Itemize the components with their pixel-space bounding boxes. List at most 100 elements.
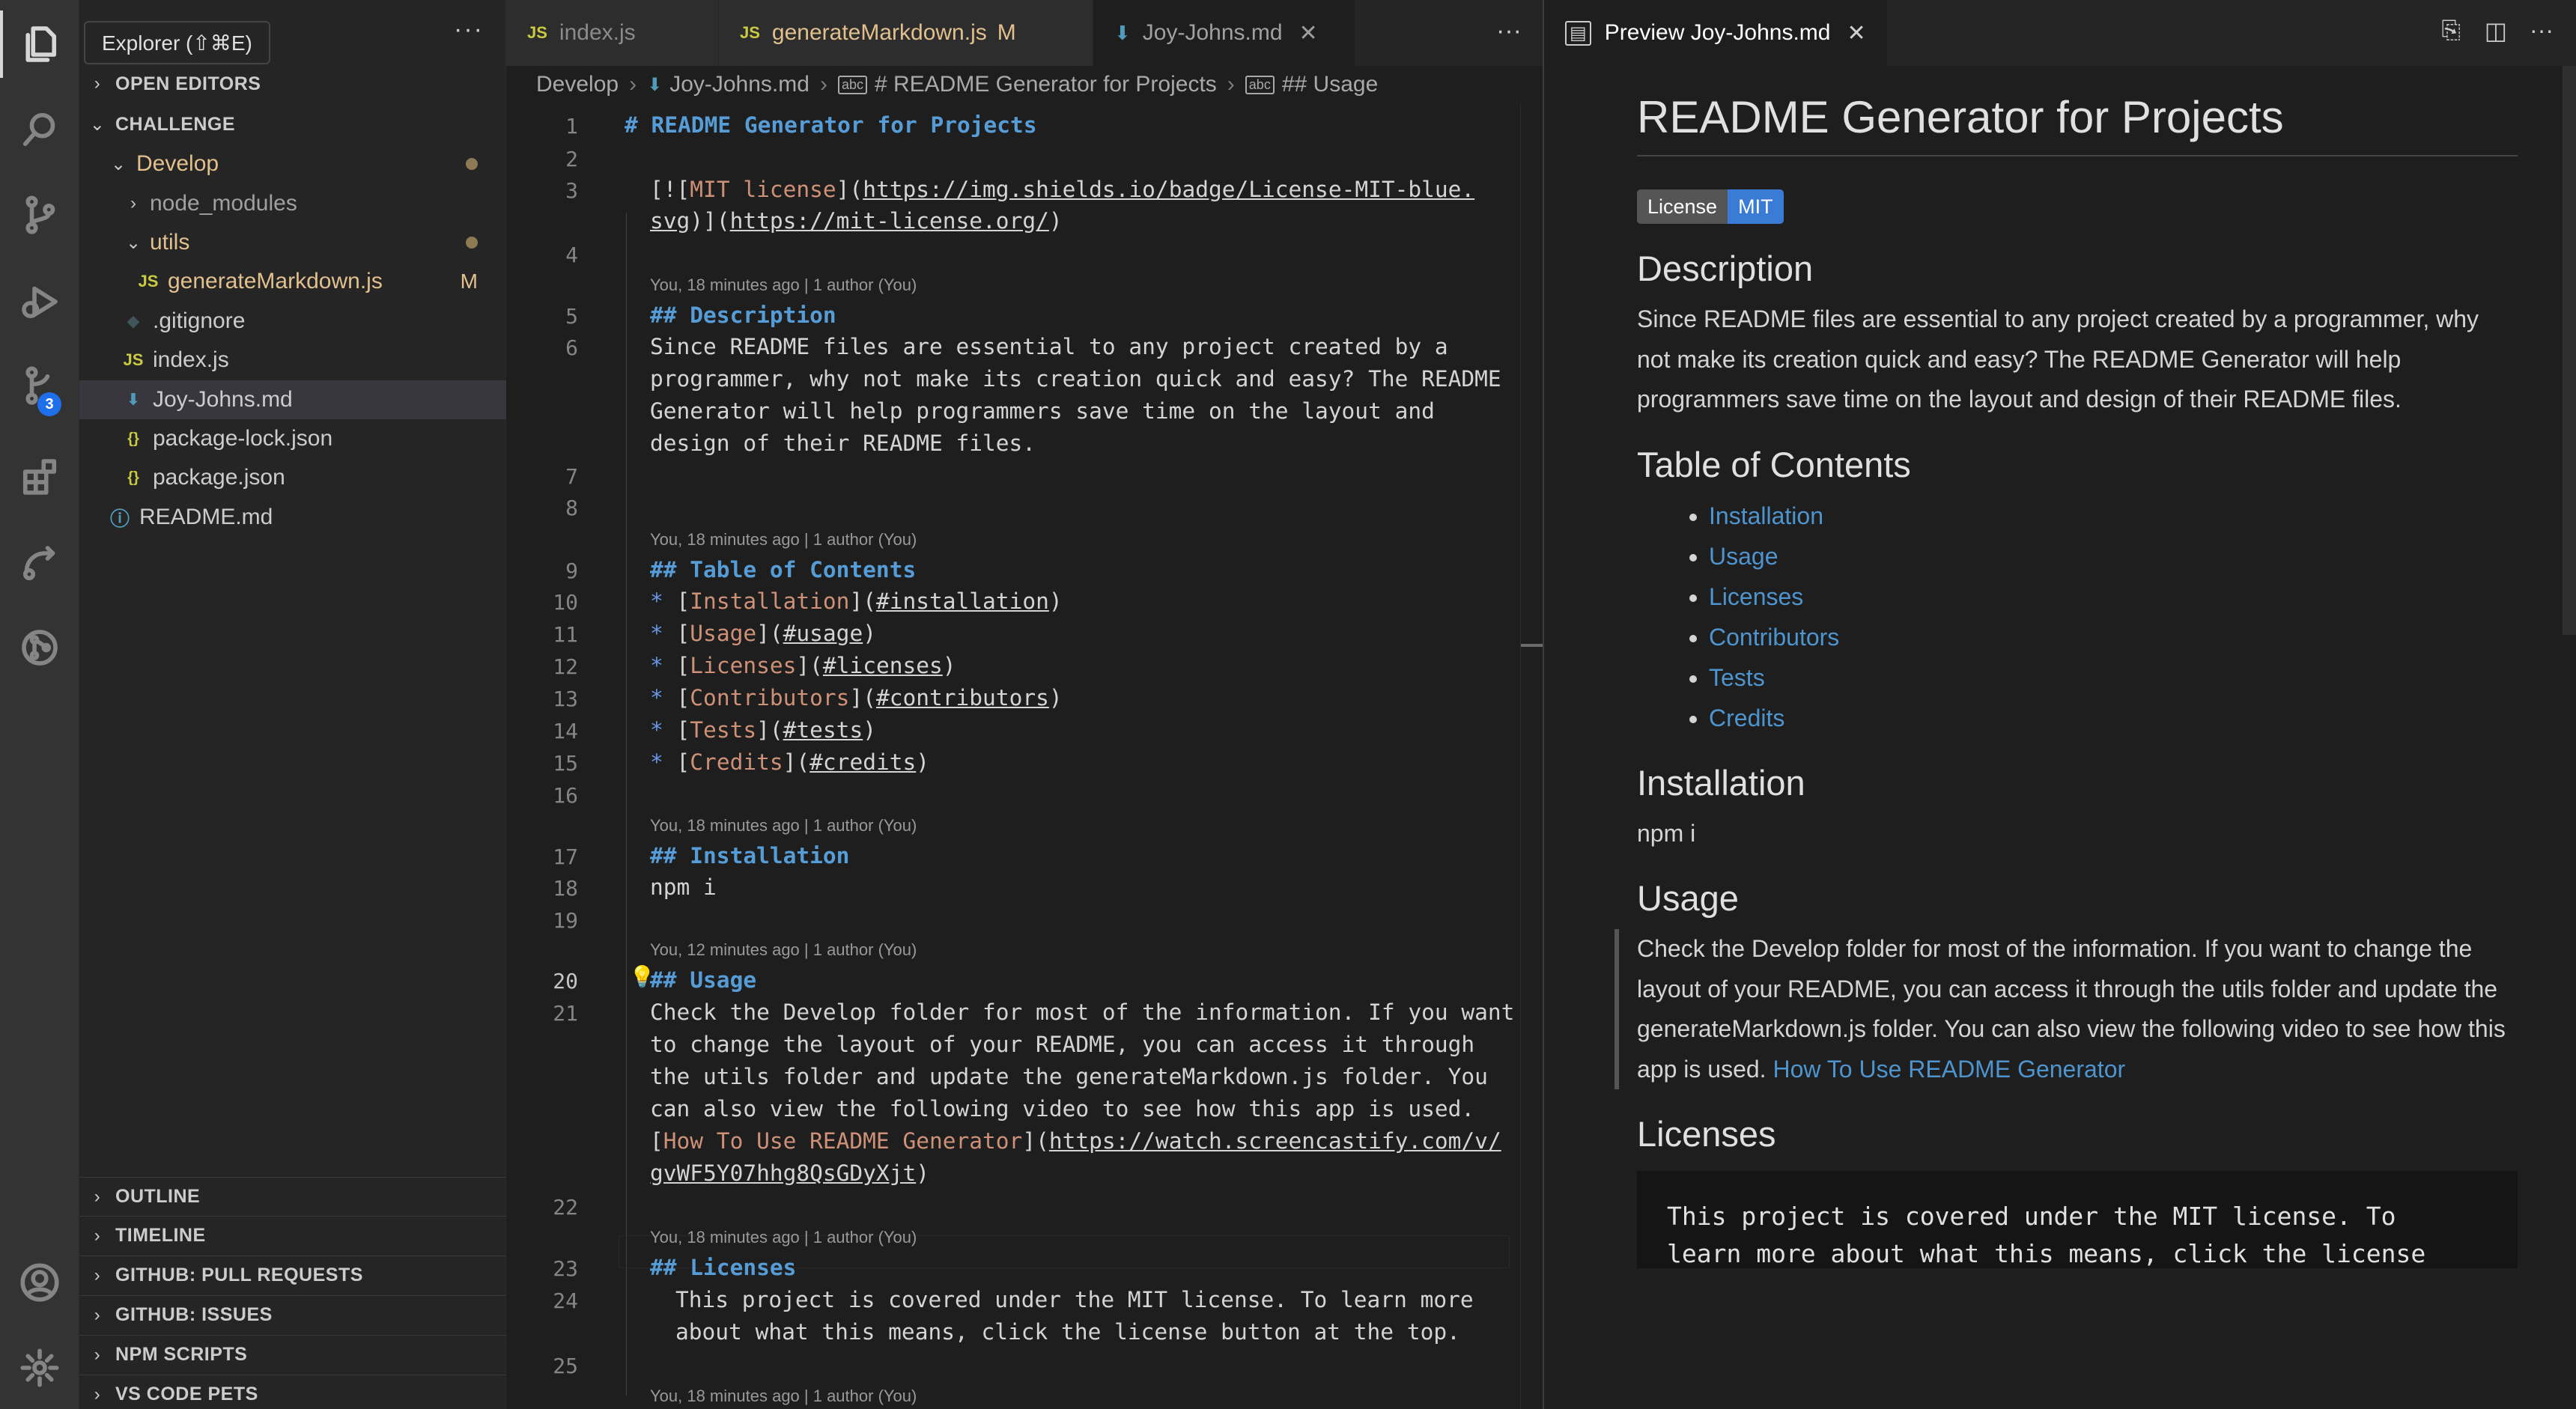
tree-file-generatemarkdown[interactable]: JS generateMarkdown.js M <box>79 262 506 301</box>
tree-file-gitignore[interactable]: ◆ .gitignore <box>79 302 506 341</box>
chevron-right-icon: › <box>94 73 101 94</box>
tab-preview-joy-johns[interactable]: ▤ Preview Joy-Johns.md ✕ <box>1544 0 1887 66</box>
license-badge[interactable]: License MIT <box>1637 189 1784 224</box>
preview-toc-list: Installation Usage Licenses Contributors… <box>1709 496 2518 738</box>
markdown-file-icon: ⬇ <box>1114 21 1131 44</box>
run-debug-icon[interactable] <box>0 262 79 341</box>
section-npm-scripts[interactable]: › NPM SCRIPTS <box>79 1335 506 1374</box>
toc-link-tests[interactable]: Tests <box>1709 657 2518 698</box>
code-line: Check the Develop folder for most of the… <box>650 999 1515 1025</box>
close-icon[interactable]: ✕ <box>1299 20 1318 46</box>
breadcrumb-file[interactable]: Joy-Johns.md <box>669 72 809 97</box>
breadcrumb-heading-1[interactable]: # README Generator for Projects <box>875 72 1217 97</box>
editor-tabs: JS index.js JS generateMarkdown.js M ⬇ J… <box>506 0 1543 66</box>
chevron-right-icon: › <box>94 1304 101 1325</box>
markdown-file-icon: ⬇ <box>126 390 141 409</box>
indent-guide <box>626 213 627 1396</box>
toc-link-usage[interactable]: Usage <box>1709 536 2518 576</box>
section-vscode-pets[interactable]: › VS CODE PETS <box>79 1375 506 1409</box>
code-line: ## Table of Contents <box>650 557 917 582</box>
explorer-sidebar: ··· › OPEN EDITORS ⌄ CHALLENGE ⌄ Develop… <box>79 0 506 1409</box>
settings-gear-icon[interactable] <box>0 1328 79 1408</box>
git-blame-annotation: You, 18 minutes ago | 1 author (You) <box>650 1387 917 1405</box>
git-blame-annotation: You, 12 minutes ago | 1 author (You) <box>650 940 917 959</box>
account-icon[interactable] <box>0 1243 79 1322</box>
github-icon[interactable] <box>0 608 79 687</box>
toc-link-installation[interactable]: Installation <box>1709 496 2518 536</box>
explorer-icon[interactable] <box>0 4 79 84</box>
section-open-editors[interactable]: › OPEN EDITORS <box>79 64 506 103</box>
preview-h2-description: Description <box>1637 249 1814 288</box>
chevron-down-icon: ⌄ <box>89 114 106 135</box>
section-github-pull-requests[interactable]: › GITHUB: PULL REQUESTS <box>79 1256 506 1294</box>
breadcrumb: Develop › ⬇ Joy-Johns.md › abc # README … <box>506 66 1543 103</box>
code-line: ## Installation <box>650 843 850 868</box>
section-challenge[interactable]: ⌄ CHALLENGE <box>79 105 506 144</box>
javascript-file-icon: JS <box>740 23 760 42</box>
section-github-issues[interactable]: › GITHUB: ISSUES <box>79 1295 506 1334</box>
preview-paragraph: npm i <box>1637 819 1696 847</box>
search-icon[interactable] <box>0 90 79 169</box>
chevron-right-icon: › <box>94 1186 101 1207</box>
tree-file-joy-johns[interactable]: ⬇ Joy-Johns.md <box>79 380 506 419</box>
breadcrumb-heading-2[interactable]: ## Usage <box>1282 72 1378 97</box>
section-outline[interactable]: › OUTLINE <box>79 1177 506 1216</box>
preview-paragraph: Since README files are essential to any … <box>1637 305 2479 413</box>
toc-link-contributors[interactable]: Contributors <box>1709 617 2518 657</box>
usage-video-link[interactable]: How To Use README Generator <box>1772 1056 2125 1083</box>
tab-generatemarkdown-js[interactable]: JS generateMarkdown.js M <box>719 0 1093 66</box>
split-editor-icon[interactable]: ◫ <box>2485 16 2507 45</box>
tree-folder-utils[interactable]: ⌄ utils <box>79 223 506 262</box>
tree-file-package-json[interactable]: {} package.json <box>79 458 506 497</box>
git-blame-annotation: You, 18 minutes ago | 1 author (You) <box>650 816 917 835</box>
chevron-right-icon: › <box>130 193 136 213</box>
source-control-icon[interactable] <box>0 175 79 255</box>
code-line: svg)](https://mit-license.org/) <box>650 208 1063 234</box>
chevron-right-icon: › <box>819 72 827 97</box>
more-actions-icon[interactable]: ··· <box>454 15 484 44</box>
toc-link-licenses[interactable]: Licenses <box>1709 576 2518 617</box>
preview-h2-installation: Installation <box>1637 762 1805 803</box>
json-file-icon: {} <box>127 430 139 447</box>
preview-scrollbar[interactable] <box>2563 66 2576 635</box>
open-source-icon[interactable]: ⎘ <box>2441 16 2461 45</box>
extensions-icon[interactable] <box>0 437 79 517</box>
git-blame-annotation: You, 18 minutes ago | 1 author (You) <box>650 1228 917 1247</box>
code-line: to change the layout of your README, you… <box>650 1032 1475 1057</box>
tree-file-readme[interactable]: ⓘ README.md <box>79 498 506 537</box>
modified-dot-icon <box>466 237 478 249</box>
chevron-down-icon: ⌄ <box>110 153 127 174</box>
git-blame-annotation: You, 18 minutes ago | 1 author (You) <box>650 530 917 549</box>
code-line: * [Usage](#usage) <box>650 621 876 646</box>
chevron-right-icon: › <box>1227 72 1235 97</box>
tree-file-index-js[interactable]: JS index.js <box>79 341 506 380</box>
section-timeline[interactable]: › TIMELINE <box>79 1216 506 1255</box>
code-line: gvWF5Y07hhg8QsGDyXjt) <box>650 1160 929 1186</box>
git-blame-annotation: You, 18 minutes ago | 1 author (You) <box>650 276 917 294</box>
more-actions-icon[interactable]: ··· <box>1496 16 1522 46</box>
code-line: * [Contributors](#contributors) <box>650 685 1063 710</box>
tab-index-js[interactable]: JS index.js <box>506 0 719 66</box>
preview-code-block: This project is covered under the MIT li… <box>1637 1171 2518 1268</box>
chevron-right-icon: › <box>94 1265 101 1285</box>
toc-link-credits[interactable]: Credits <box>1709 698 2518 738</box>
code-line: design of their README files. <box>650 430 1036 456</box>
scm-badge-icon[interactable]: 3 <box>0 346 79 425</box>
close-icon[interactable]: ✕ <box>1847 20 1865 46</box>
tree-file-package-lock[interactable]: {} package-lock.json <box>79 419 506 458</box>
git-file-icon: ◆ <box>127 311 140 330</box>
breadcrumb-develop[interactable]: Develop <box>536 72 619 97</box>
editor-scrollbar[interactable] <box>1520 103 1543 1409</box>
code-line: * [Credits](#credits) <box>650 749 930 775</box>
activity-bar: 3 <box>0 0 79 1409</box>
chevron-right-icon: › <box>94 1344 101 1365</box>
code-line: * [Licenses](#licenses) <box>650 653 956 678</box>
tree-folder-node-modules[interactable]: › node_modules <box>79 184 506 223</box>
preview-tabs: ▤ Preview Joy-Johns.md ✕ ⎘ ◫ ··· <box>1544 0 2576 66</box>
tab-joy-johns-md[interactable]: ⬇ Joy-Johns.md ✕ <box>1093 0 1355 66</box>
javascript-file-icon: JS <box>527 23 547 42</box>
remote-explorer-icon[interactable] <box>0 524 79 603</box>
more-actions-icon[interactable]: ··· <box>2530 16 2554 44</box>
code-editor[interactable]: 1 # README Generator for Projects 2 3 [!… <box>506 111 1543 1409</box>
tree-folder-develop[interactable]: ⌄ Develop <box>79 144 506 183</box>
